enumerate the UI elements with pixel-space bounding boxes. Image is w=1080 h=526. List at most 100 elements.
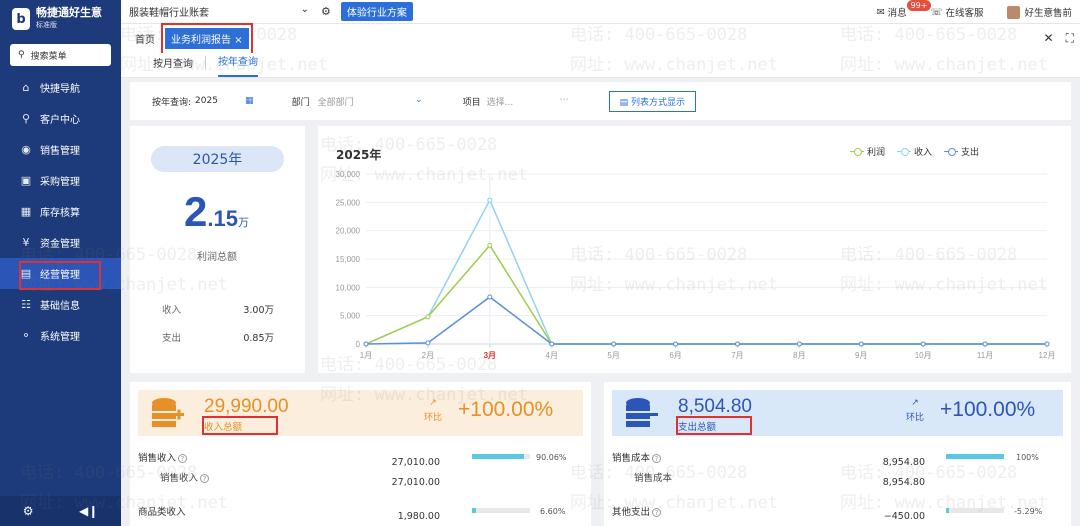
income-label: 收入	[162, 305, 182, 316]
tab-profit-report[interactable]: 业务利润报告 ×	[161, 23, 253, 57]
x-tick-label: 2月	[422, 351, 434, 360]
x-tick-label: 10月	[915, 351, 932, 360]
sidebar-item-system[interactable]: ⚬ 系统管理	[0, 320, 121, 351]
user-name: 好生意售前	[1024, 8, 1072, 19]
chevron-down-icon: ⌄	[300, 4, 309, 15]
x-tick-label: 12月	[1039, 351, 1056, 360]
tab-monthly-query[interactable]: 按月查询	[153, 55, 193, 77]
row-amount-text: 8,954.80	[882, 457, 925, 468]
list-view-label: 列表方式显示	[630, 97, 685, 108]
sidebar-item-customer[interactable]: ⚲ 客户中心	[0, 103, 121, 134]
headset-icon: ☏	[930, 6, 943, 18]
row-name-text: 销售收入	[138, 453, 177, 464]
row-name-text: 销售收入	[160, 473, 199, 484]
dept-filter-select[interactable]: 全部部门 ⌄	[318, 95, 423, 108]
mom-label: 环比	[424, 413, 443, 423]
year-filter-input[interactable]: 2025	[195, 96, 245, 106]
settings-gear-icon[interactable]: ⚙	[23, 504, 34, 518]
project-filter-placeholder: 选择...	[486, 97, 514, 108]
income-total-amount: 29,990.00	[204, 396, 289, 417]
data-point	[611, 341, 617, 347]
sidebar-item-inventory[interactable]: ▦ 库存核算	[0, 196, 121, 227]
data-point	[858, 341, 864, 347]
data-point	[549, 341, 555, 347]
x-tick-label: 4月	[546, 351, 558, 360]
messages-badge: 99+	[906, 0, 932, 11]
row-ratio-fill	[472, 454, 525, 459]
profit-total-value: 2.15万	[184, 188, 249, 236]
close-icon[interactable]: ×	[234, 35, 242, 46]
tab-divider	[205, 56, 206, 70]
row-amount-text: 1,980.00	[397, 511, 440, 522]
profit-summary-panel: 2025年 2.15万 利润总额 收入 3.00万 支出 0.85万	[130, 126, 305, 373]
gear-icon[interactable]: ⚙	[321, 5, 331, 18]
brand-edition: 标准版	[36, 21, 57, 29]
tab-yearly-query[interactable]: 按年查询	[218, 53, 258, 77]
legend-label: 支出	[960, 148, 979, 158]
row-percent: 100%	[1016, 452, 1039, 462]
help-icon[interactable]: ?	[200, 474, 210, 483]
sidebar-item-basic-info[interactable]: ☷ 基础信息	[0, 289, 121, 320]
chart-legend: 利润 收入 支出	[849, 145, 979, 158]
data-point	[734, 341, 740, 347]
row-name-text: 销售成本	[612, 453, 651, 464]
home-icon: ⌂	[22, 81, 30, 94]
filter-bar: 按年查询: 2025 ▦ 部门 全部部门 ⌄ 项目 选择... ⋯ ▤ 列表方式…	[130, 82, 1071, 120]
legend-item-profit[interactable]: 利润	[849, 145, 885, 158]
mom-label: 环比	[906, 413, 925, 423]
legend-item-income[interactable]: 收入	[896, 145, 932, 158]
sidebar-item-quick-nav[interactable]: ⌂ 快捷导航	[0, 72, 121, 103]
sidebar-item-operations[interactable]: ▤ 经营管理	[0, 258, 121, 290]
collapse-sidebar-icon[interactable]: ◀❙	[79, 504, 98, 518]
help-icon[interactable]: ?	[652, 508, 662, 517]
x-tick-label: 11月	[977, 351, 993, 360]
trial-industry-button[interactable]: 体验行业方案	[340, 2, 413, 21]
help-icon[interactable]: ?	[178, 454, 188, 463]
row-ratio-fill	[946, 508, 950, 513]
list-view-button[interactable]: ▤ 列表方式显示	[608, 90, 696, 112]
more-icon[interactable]: ⋯	[560, 95, 569, 108]
money-icon: ¥	[22, 236, 30, 249]
row-ratio-bar	[946, 454, 1004, 459]
list-icon: ▤	[619, 97, 629, 108]
data-point	[425, 340, 431, 346]
x-tick-label: 1月	[360, 351, 372, 360]
search-icon: ⚲	[18, 50, 25, 60]
year-pill: 2025年	[151, 146, 284, 172]
sidebar-item-purchase[interactable]: ▣ 采购管理	[0, 165, 121, 196]
row-name: 商品类收入	[138, 507, 186, 518]
page-tabs: 首页 业务利润报告 × ✕ ⛶	[121, 23, 1080, 57]
income-sub-row: 销售收入? 27,010.00	[138, 468, 583, 488]
online-support-button[interactable]: ☏ 在线客服	[930, 5, 984, 20]
income-value: 3.00万	[243, 305, 274, 316]
year-filter-label: 按年查询:	[152, 97, 192, 108]
user-menu[interactable]: 好生意售前	[1007, 5, 1072, 19]
fullscreen-icon[interactable]: ⛶	[1066, 31, 1074, 46]
menu-search-button[interactable]: ⚲ 搜索菜单	[10, 44, 111, 66]
sidebar-item-sales[interactable]: ◉ 销售管理	[0, 134, 121, 165]
close-icon[interactable]: ✕	[1044, 31, 1054, 46]
messages-button[interactable]: ✉ 消息 99+	[877, 0, 932, 19]
menu-search-label: 搜索菜单	[30, 51, 67, 62]
tab-home[interactable]: 首页	[135, 31, 155, 46]
row-name: 销售成本?	[612, 450, 662, 464]
sidebar-item-label: 快捷导航	[40, 84, 80, 95]
project-filter-label: 项目	[462, 97, 481, 108]
expense-value: 0.85万	[243, 333, 274, 344]
chart-title: 2025年	[336, 148, 382, 162]
calendar-icon[interactable]: ▦	[245, 96, 254, 106]
help-icon[interactable]: ?	[652, 454, 662, 463]
series-line	[365, 198, 1047, 345]
income-mom: ↗ 环比	[424, 398, 442, 423]
income-card-header: 29,990.00 收入总额 ↗ 环比 +100.00%	[138, 390, 583, 436]
highlight-box	[202, 416, 278, 435]
sidebar-menu: ⌂ 快捷导航 ⚲ 客户中心 ◉ 销售管理 ▣ 采购管理 ▦ 库存核算 ¥ 资金管理 ▤ 经营管…	[0, 72, 121, 351]
legend-item-expense[interactable]: 支出	[943, 145, 979, 158]
query-mode-tabs: 按月查询 按年查询	[121, 53, 1080, 78]
sidebar-item-label: 系统管理	[40, 332, 80, 343]
sidebar-item-funds[interactable]: ¥ 资金管理	[0, 227, 121, 258]
project-filter-input[interactable]: 选择... ⋯	[487, 95, 569, 108]
warehouse-icon: ▦	[20, 205, 32, 218]
avatar	[1007, 5, 1021, 19]
account-selector[interactable]: 服装鞋帽行业账套 ⌄	[129, 4, 309, 19]
